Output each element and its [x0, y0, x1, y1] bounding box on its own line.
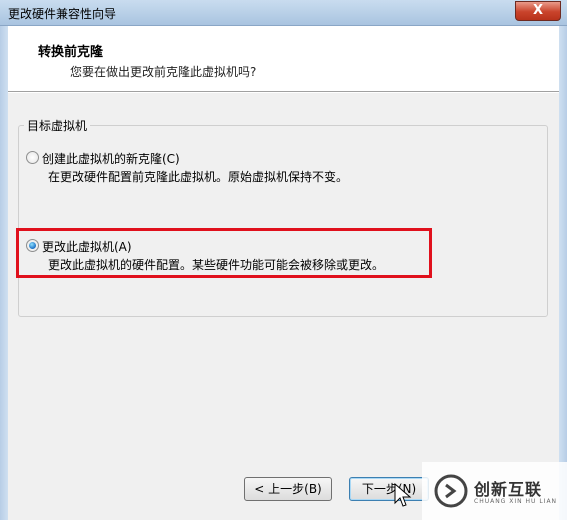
window-title: 更改硬件兼容性向导 [8, 7, 117, 21]
close-icon: X [532, 3, 544, 18]
highlight-annotation [16, 228, 432, 278]
page-subtitle: 您要在做出更改前克隆此虚拟机吗? [70, 65, 257, 79]
watermark: 创新互联 CHUANG XIN HU LIAN [422, 462, 567, 520]
close-button[interactable]: X [515, 1, 561, 21]
watermark-subtext: CHUANG XIN HU LIAN [474, 498, 558, 505]
next-button[interactable]: 下一步(N) [349, 477, 429, 501]
window-frame-right [559, 26, 567, 520]
radio-new-clone[interactable] [26, 151, 39, 164]
group-label: 目标虚拟机 [24, 117, 91, 134]
watermark-name: 创新互联 [474, 480, 543, 499]
wizard-header: 转换前克隆 您要在做出更改前克隆此虚拟机吗? [8, 26, 559, 92]
wizard-body: 目标虚拟机 创建此虚拟机的新克隆(C) 在更改硬件配置前克隆此虚拟机。原始虚拟机… [8, 93, 559, 520]
option-label: 创建此虚拟机的新克隆(C) [42, 152, 180, 166]
window-frame-left [0, 26, 8, 520]
back-button[interactable]: < 上一步(B) [244, 477, 332, 501]
title-bar[interactable]: 更改硬件兼容性向导 X [0, 0, 567, 26]
page-title: 转换前克隆 [38, 45, 104, 60]
brand-logo-icon [434, 474, 468, 508]
mouse-cursor-icon [394, 483, 412, 507]
option-description: 在更改硬件配置前克隆此虚拟机。原始虚拟机保持不变。 [48, 170, 349, 184]
